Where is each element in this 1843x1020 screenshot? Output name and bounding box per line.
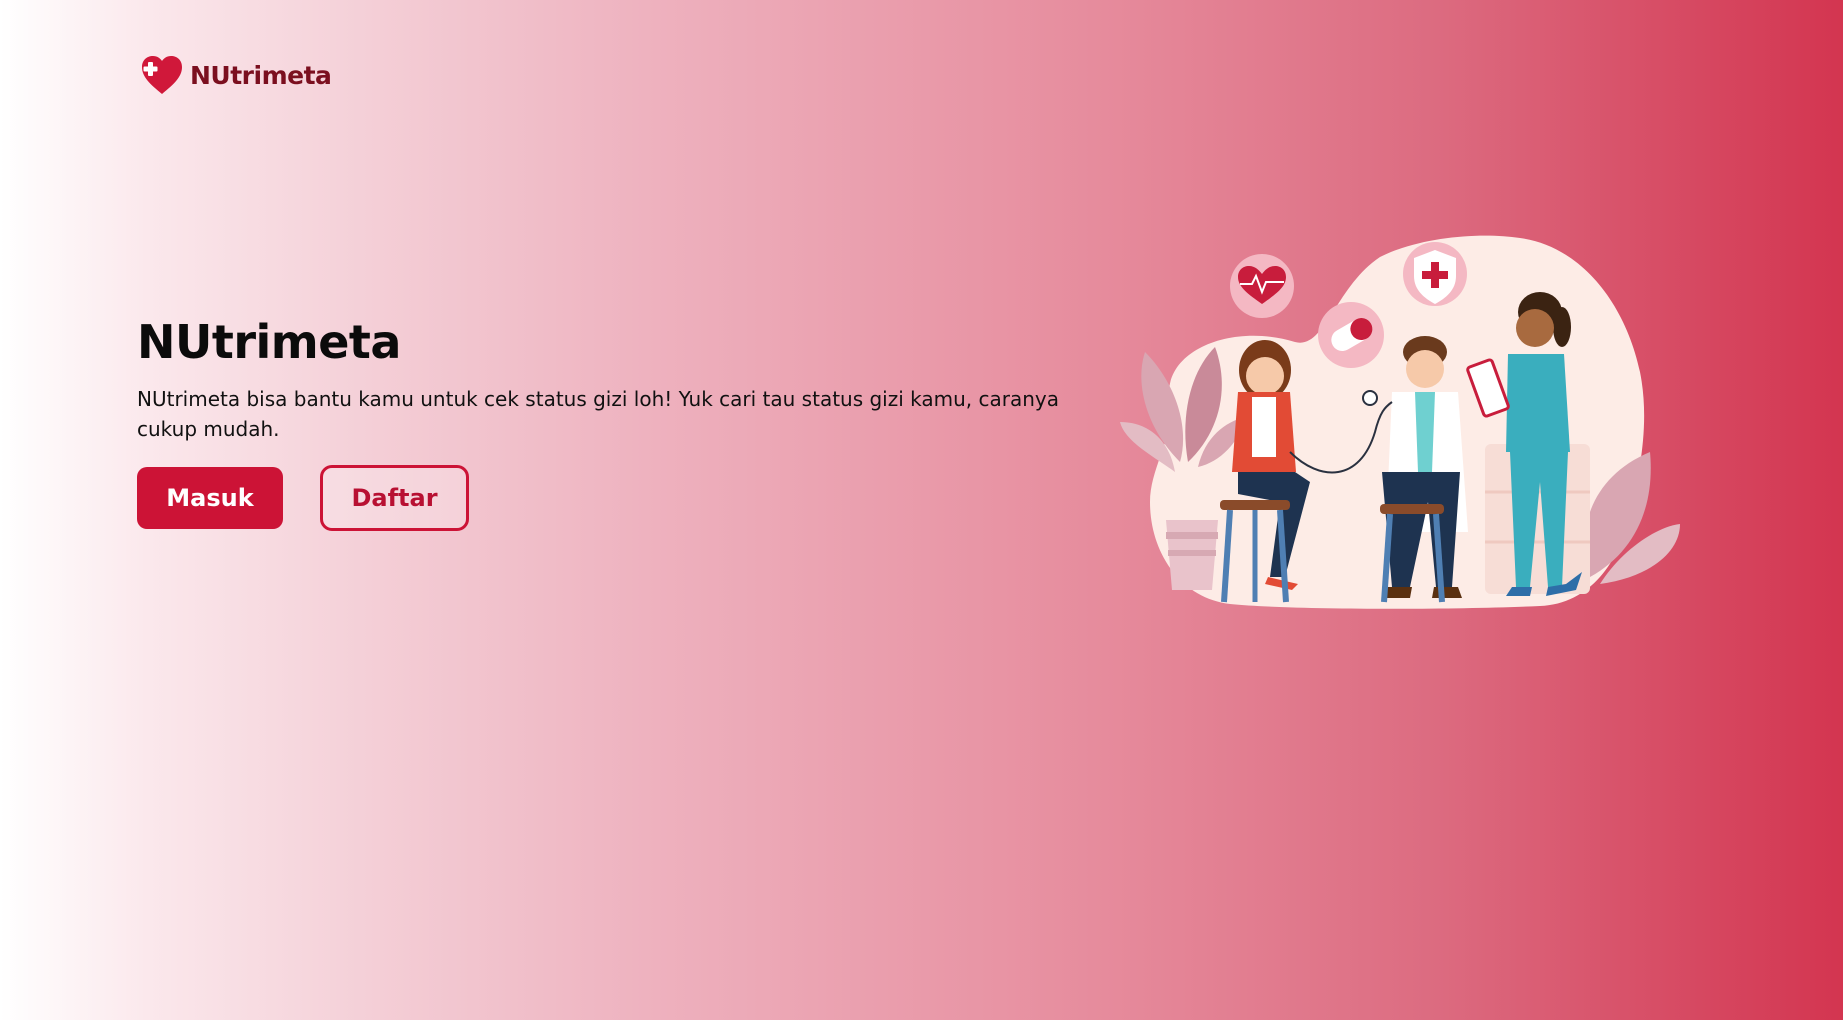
medical-checkup-illustration [1120, 235, 1680, 609]
shield-plus-icon [1403, 242, 1467, 306]
page-title: NUtrimeta [137, 315, 401, 369]
heart-pulse-icon [1230, 254, 1294, 318]
register-button[interactable]: Daftar [320, 465, 469, 531]
hero-description: NUtrimeta bisa bantu kamu untuk cek stat… [137, 387, 1060, 441]
hero-actions: Masuk Daftar [137, 465, 1097, 531]
hero-section: NUtrimeta NUtrimeta bisa bantu kamu untu… [137, 312, 1097, 531]
login-button[interactable]: Masuk [137, 467, 283, 529]
heart-plus-icon [142, 56, 182, 94]
brand-logo[interactable]: NUtrimeta [140, 54, 332, 96]
brand-name: NUtrimeta [190, 60, 332, 90]
capsule-icon [1318, 302, 1384, 368]
